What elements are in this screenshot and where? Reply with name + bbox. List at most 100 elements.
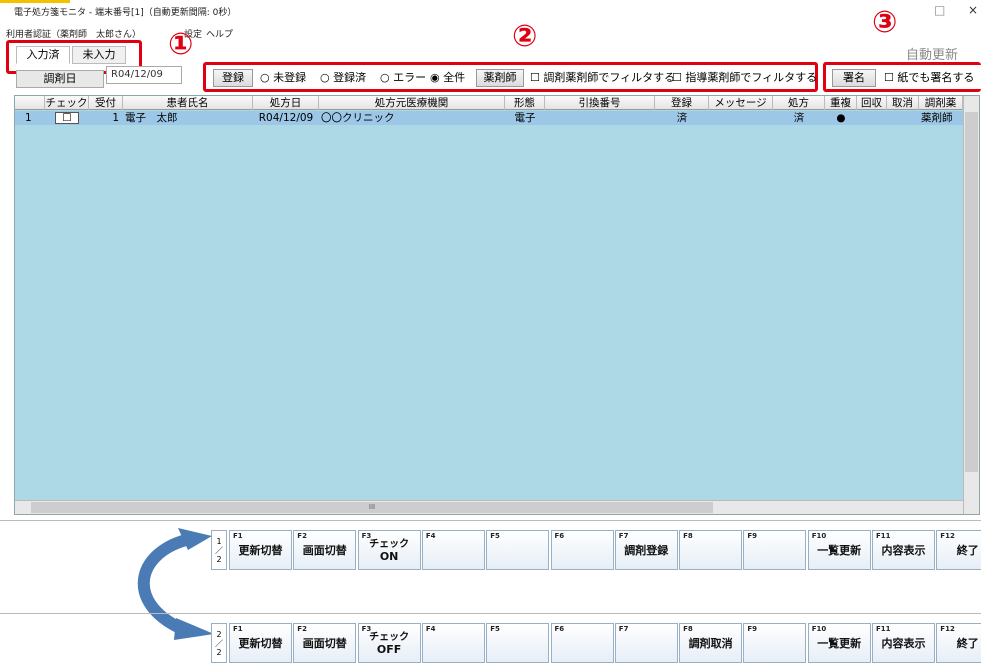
radio-all-label: 全件 [443,71,466,84]
fkey-number: F10 [811,532,827,540]
fkey-f7[interactable]: F7 調剤登録 [614,530,678,570]
fkey-f9[interactable]: F9 [743,530,807,570]
pharmacist-button[interactable]: 薬剤師 [476,69,524,87]
fkey-number: F11 [876,532,891,540]
fkey-label-text: 一覧更新 [817,637,862,650]
fkey-number: F1 [233,625,243,633]
sign-button[interactable]: 署名 [832,69,876,87]
fkey-number: F8 [683,625,693,633]
fkey-f2[interactable]: F2 画面切替 [293,530,357,570]
fkey-f5[interactable]: F5 [486,530,550,570]
page-indicator-current: 2 [216,630,222,639]
page-indicator-total: 2 [216,648,222,657]
cell-prescription: 済 [793,112,805,124]
register-button[interactable]: 登録 [213,69,253,87]
cell-registered: 済 [676,112,688,124]
fkey-f11[interactable]: F11 内容表示 [872,530,935,570]
fkey-f7[interactable]: F7 [614,623,678,663]
radio-error[interactable]: ○ エラー [380,70,426,86]
fkey-f5[interactable]: F5 [486,623,550,663]
fkey-label: 一覧更新 [809,545,870,557]
vertical-scrollbar[interactable] [963,96,979,514]
fkey-number: F7 [618,625,629,633]
fkey-label: チェック OFF [359,632,420,656]
fkey-number: F8 [683,532,693,540]
fkey-label: 終了 [937,545,981,557]
fkey-f4[interactable]: F4 [421,623,485,663]
vertical-scroll-thumb[interactable] [965,112,978,472]
fkey-number: F9 [747,532,758,540]
col-institution[interactable]: 処方元医療機関 [319,96,505,110]
fkey-label-text: 終了 [956,637,979,650]
fkey-f9[interactable]: F9 [743,623,807,663]
fkey-label-text: 更新切替 [238,637,283,650]
radio-registered[interactable]: ○ 登録済 [320,70,366,86]
fkey-f2[interactable]: F2 画面切替 [293,623,357,663]
dispense-date-button[interactable]: 調剤日 [16,70,104,88]
col-exchange-number[interactable]: 引換番号 [545,96,655,110]
fkey-f6[interactable]: F6 [550,530,614,570]
fkey-label: 内容表示 [873,545,934,557]
fkey-label-text: 画面切替 [302,544,347,557]
close-button[interactable]: × [968,3,978,17]
fkey-f12[interactable]: F12 終了 [936,623,981,663]
menu-item-user-auth[interactable]: 利用者認証（薬剤師 太郎さん） [6,27,141,40]
cell-date: R04/12/09 [258,112,314,124]
col-form[interactable]: 形態 [505,96,545,110]
col-prescription[interactable]: 処方 [773,96,825,110]
radio-all[interactable]: ◉ 全件 [430,70,465,86]
row-checkbox[interactable]: ☐ [55,112,79,124]
fkey-f4[interactable]: F4 [421,530,485,570]
title-bar: 電子処方箋モニタ - 端末番号[1]（自動更新間隔: 0秒） □ × [0,0,981,22]
menu-item-help[interactable]: ヘルプ [206,27,233,40]
fkey-label: 内容表示 [873,638,934,650]
fkey-f10[interactable]: F10 一覧更新 [807,530,871,570]
fkey-f1[interactable]: F1 更新切替 [229,530,292,570]
fkey-number: F12 [940,625,955,633]
fkey-label-text: 調剤取消 [688,637,733,650]
horizontal-scroll-thumb[interactable]: III [31,502,713,513]
fkey-f8[interactable]: F8 調剤取消 [679,623,743,663]
fkey-f6[interactable]: F6 [550,623,614,663]
fkey-number: F4 [425,532,436,540]
fkey-number: F2 [297,532,307,540]
cell-pharmacist: 薬剤師 [921,112,953,124]
dispense-date-field[interactable]: R04/12/09 [106,66,182,84]
checkbox-dispense-pharmacist[interactable]: ☐ 調剤薬剤師でフィルタする [530,70,675,86]
tab-not-entered[interactable]: 未入力 [72,46,126,64]
table-row[interactable]: 1 ☐ 1 電子 太郎 R04/12/09 〇〇クリニック 電子 済 済 ● 薬… [15,111,963,125]
fkey-f3[interactable]: F3 チェック ON [357,530,421,570]
cell-form: 電子 [514,112,536,124]
header-corner [15,96,45,110]
fkey-f10[interactable]: F10 一覧更新 [807,623,871,663]
radio-unregistered[interactable]: ○ 未登録 [260,70,306,86]
checkbox-sign-paper[interactable]: ☐ 紙でも署名する [884,70,981,86]
col-message[interactable]: メッセージ [709,96,773,110]
fkey-label: 調剤取消 [680,638,741,650]
horizontal-scrollbar[interactable]: III [15,500,963,514]
fkey-label-text: 内容表示 [881,637,926,650]
divider [0,520,981,521]
fkey-label-text: 調剤登録 [624,544,669,557]
fkey-f8[interactable]: F8 [679,530,743,570]
fkey-number: F6 [554,532,565,540]
minimize-button[interactable]: □ [934,3,945,17]
checkbox-guidance-pharmacist[interactable]: ☐ 指導薬剤師でフィルタする [672,70,817,86]
col-registered[interactable]: 登録 [655,96,709,110]
col-date[interactable]: 処方日 [253,96,319,110]
col-patient[interactable]: 患者氏名 [123,96,253,110]
fkey-f3[interactable]: F3 チェック OFF [357,623,421,663]
checkbox-guidance-pharmacist-label: 指導薬剤師でフィルタする [685,71,818,84]
radio-error-label: エラー [393,71,427,84]
fkey-f12[interactable]: F12 終了 [936,530,981,570]
col-reception[interactable]: 受付 [89,96,123,110]
fkey-number: F7 [618,532,629,540]
col-collect[interactable]: 回収 [857,96,887,110]
col-pharmacist[interactable]: 調剤薬 [919,96,963,110]
col-cancel[interactable]: 取消 [887,96,919,110]
col-duplicate[interactable]: 重複 [825,96,857,110]
tab-entered[interactable]: 入力済 [16,46,70,64]
fkey-f11[interactable]: F11 内容表示 [872,623,935,663]
fkey-f1[interactable]: F1 更新切替 [229,623,292,663]
col-check[interactable]: チェック [45,96,89,110]
